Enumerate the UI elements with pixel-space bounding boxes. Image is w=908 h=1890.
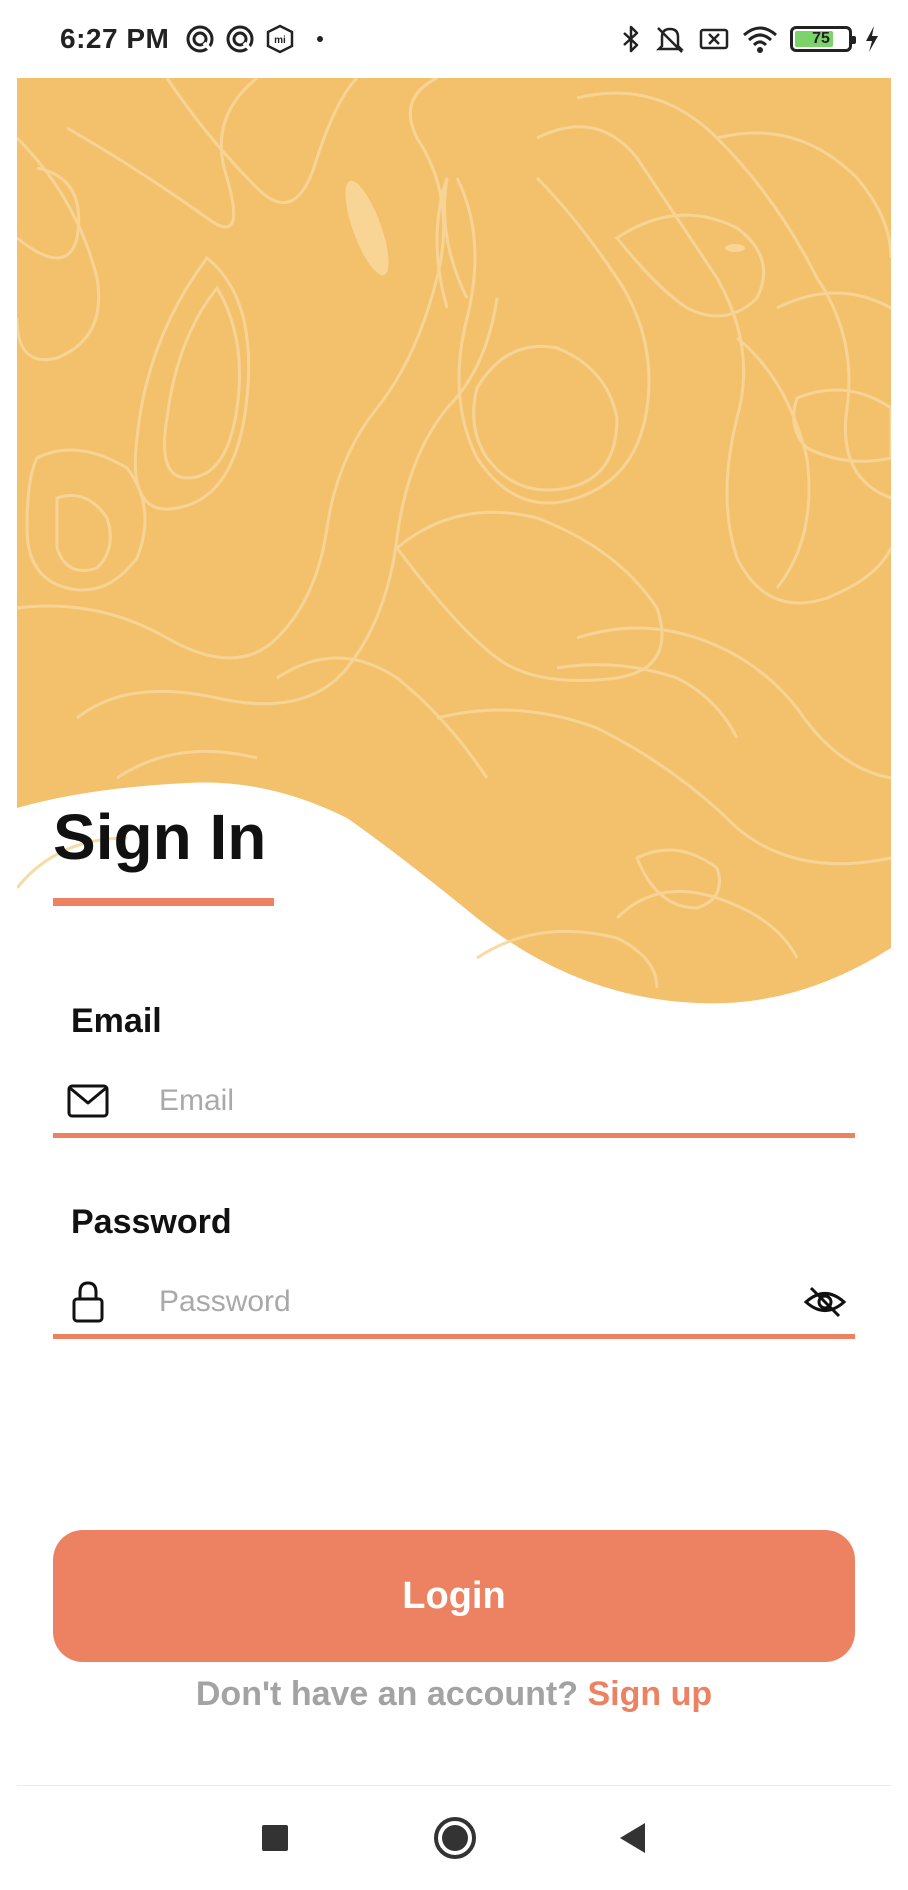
dot-icon <box>317 36 324 42</box>
status-right-icons: 75 <box>620 24 880 54</box>
navigation-bar <box>0 1786 908 1890</box>
status-bar: 6:27 PM mi 75 <box>0 0 908 78</box>
wifi-icon <box>743 26 777 53</box>
battery-icon: 75 <box>790 26 856 52</box>
recents-button[interactable] <box>235 1786 315 1890</box>
toggle-password-visibility-button[interactable] <box>795 1285 855 1319</box>
contour-blob <box>725 244 745 252</box>
password-label: Password <box>71 1203 232 1241</box>
title-underline <box>53 898 274 906</box>
sign-in-screen: 6:27 PM mi 75 Sign In Email Email Passwo… <box>0 0 908 1890</box>
back-button[interactable] <box>593 1786 673 1890</box>
status-time: 6:27 PM <box>60 23 170 54</box>
email-label: Email <box>71 1002 162 1040</box>
eye-off-icon <box>803 1286 847 1317</box>
password-input[interactable] <box>159 1284 795 1319</box>
mi-icon: mi <box>267 24 294 54</box>
battery-level: 75 <box>812 30 830 47</box>
status-left-icons: mi <box>185 24 335 54</box>
password-field <box>53 1269 855 1339</box>
bluetooth-icon <box>623 25 639 53</box>
triangle-back-icon <box>620 1823 645 1853</box>
battery-tip <box>852 36 856 44</box>
charging-icon <box>866 26 878 52</box>
svg-text:mi: mi <box>274 35 286 46</box>
home-button[interactable] <box>415 1786 495 1890</box>
signup-line: Don't have an account? Sign up <box>0 1675 908 1714</box>
email-input[interactable] <box>159 1083 855 1118</box>
signup-link[interactable]: Sign up <box>587 1675 712 1713</box>
square-icon <box>262 1825 288 1851</box>
lock-icon <box>53 1280 123 1324</box>
signup-prompt: Don't have an account? <box>195 1675 579 1713</box>
muted-bell-icon <box>655 27 685 53</box>
sync-icon <box>186 25 214 53</box>
login-button[interactable]: Login <box>53 1530 855 1662</box>
circle-icon <box>434 1817 476 1859</box>
sync-icon <box>226 25 254 53</box>
page-title: Sign In <box>53 801 267 873</box>
no-sim-icon <box>699 28 729 50</box>
email-field <box>53 1068 855 1138</box>
mail-icon <box>53 1084 123 1118</box>
